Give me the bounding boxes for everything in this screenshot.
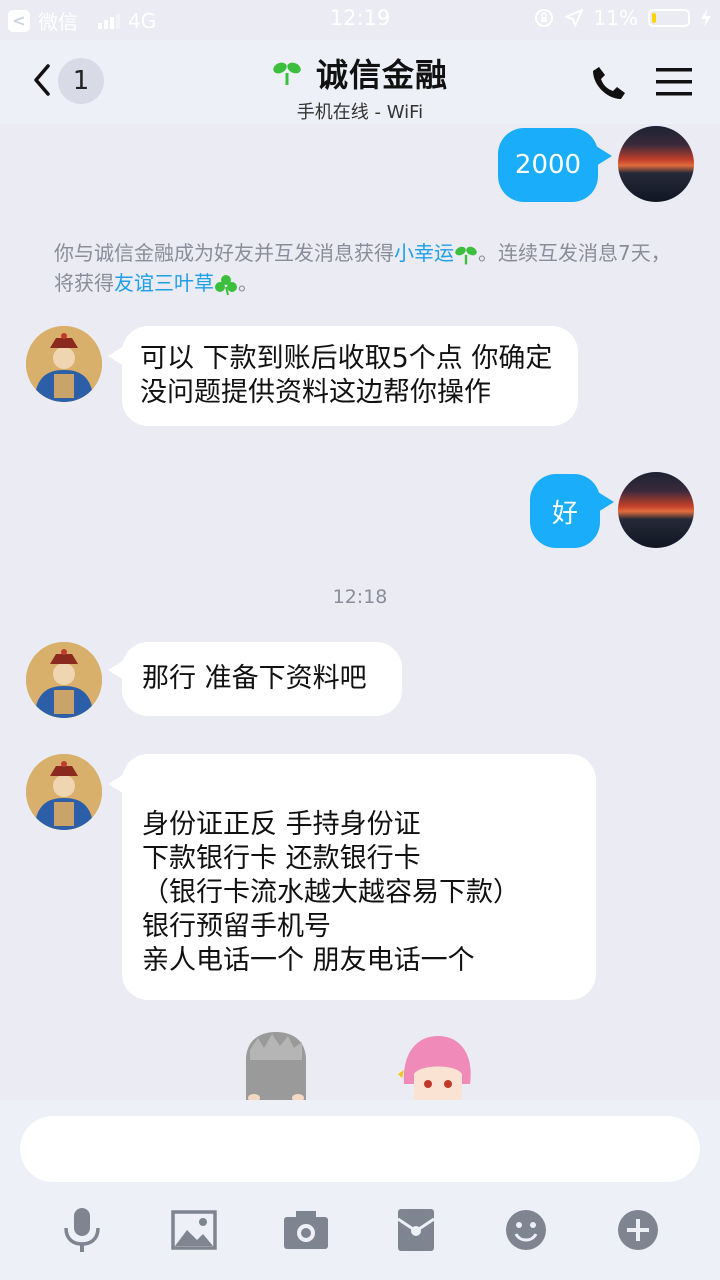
mic-button[interactable]	[56, 1204, 108, 1256]
battery-percent: 11%	[593, 6, 638, 30]
incoming-message-bubble[interactable]: 那行 准备下资料吧	[122, 642, 402, 716]
incoming-message-bubble[interactable]: 身份证正反 手持身份证 下款银行卡 还款银行卡 （银行卡流水越大越容易下款） 银…	[122, 754, 596, 1000]
incoming-message-bubble[interactable]: 可以 下款到账后收取5个点 你确定没问题提供资料这边帮你操作	[122, 326, 578, 426]
chat-header: 1 诚信金融 手机在线 - WiFi	[0, 40, 720, 124]
message-list[interactable]: 2000 你与诚信金融成为好友并互发消息获得小幸运 。连续互发消息7天，将获得友谊…	[0, 124, 720, 1100]
red-packet-icon	[397, 1209, 435, 1251]
message-line: 下款银行卡 还款银行卡	[142, 843, 421, 874]
location-icon	[564, 9, 583, 27]
lock-rotation-icon	[534, 9, 553, 27]
notice-text: 你与诚信金融成为好友并互发消息获得	[54, 241, 394, 265]
lucky-link[interactable]: 小幸运	[394, 241, 454, 265]
clover-link[interactable]: 友谊三叶草	[114, 271, 214, 295]
input-toolbar	[0, 1204, 720, 1256]
camera-icon	[284, 1211, 328, 1249]
menu-icon[interactable]	[656, 66, 692, 98]
message-text: 那行 准备下资料吧	[142, 663, 367, 694]
charging-icon	[701, 9, 711, 27]
message-text: 2000	[514, 150, 582, 180]
page-title: 诚信金融	[315, 56, 448, 94]
plus-icon	[618, 1210, 658, 1250]
emoji-button[interactable]	[500, 1204, 552, 1256]
message-text: 好	[551, 498, 578, 529]
peeking-character-gray-icon	[246, 1032, 306, 1100]
message-line: 亲人电话一个 朋友电话一个	[142, 945, 475, 976]
battery-icon	[648, 9, 690, 27]
message-input[interactable]	[20, 1116, 700, 1182]
friendship-system-notice: 你与诚信金融成为好友并互发消息获得小幸运 。连续互发消息7天，将获得友谊三叶草。	[54, 238, 674, 298]
emperor-portrait-icon	[26, 754, 102, 830]
image-button[interactable]	[168, 1204, 220, 1256]
sprout-icon	[273, 62, 301, 85]
bubble-tail	[596, 146, 612, 166]
outgoing-message-bubble[interactable]: 2000	[498, 128, 598, 202]
image-icon	[171, 1210, 217, 1250]
clover-icon	[215, 274, 237, 295]
phone-call-icon[interactable]	[590, 64, 628, 102]
status-bar: < 微信 4G 12:19 11%	[0, 0, 720, 40]
sprout-icon	[455, 246, 477, 264]
outgoing-message-bubble[interactable]: 好	[530, 474, 600, 548]
contact-avatar[interactable]	[26, 754, 102, 830]
mic-icon	[64, 1208, 100, 1252]
emperor-portrait-icon	[26, 326, 102, 402]
contact-avatar[interactable]	[26, 326, 102, 402]
input-panel	[0, 1100, 720, 1280]
message-line: （银行卡流水越大越容易下款）	[142, 877, 520, 908]
emoji-icon	[506, 1210, 546, 1250]
my-avatar[interactable]	[618, 472, 694, 548]
emperor-portrait-icon	[26, 642, 102, 718]
contact-avatar[interactable]	[26, 642, 102, 718]
peeking-character-pink-icon	[398, 1036, 471, 1100]
time-divider: 12:18	[332, 586, 388, 608]
notice-text: 。	[238, 271, 258, 295]
battery-fill	[652, 13, 656, 23]
message-line: 身份证正反 手持身份证	[142, 809, 421, 840]
camera-button[interactable]	[280, 1204, 332, 1256]
my-avatar[interactable]	[618, 126, 694, 202]
message-line: 银行预留手机号	[142, 911, 331, 942]
message-text: 可以 下款到账后收取5个点 你确定没问题提供资料这边帮你操作	[140, 343, 553, 408]
bubble-tail	[598, 492, 614, 512]
plus-button[interactable]	[612, 1204, 664, 1256]
red-packet-button[interactable]	[390, 1204, 442, 1256]
